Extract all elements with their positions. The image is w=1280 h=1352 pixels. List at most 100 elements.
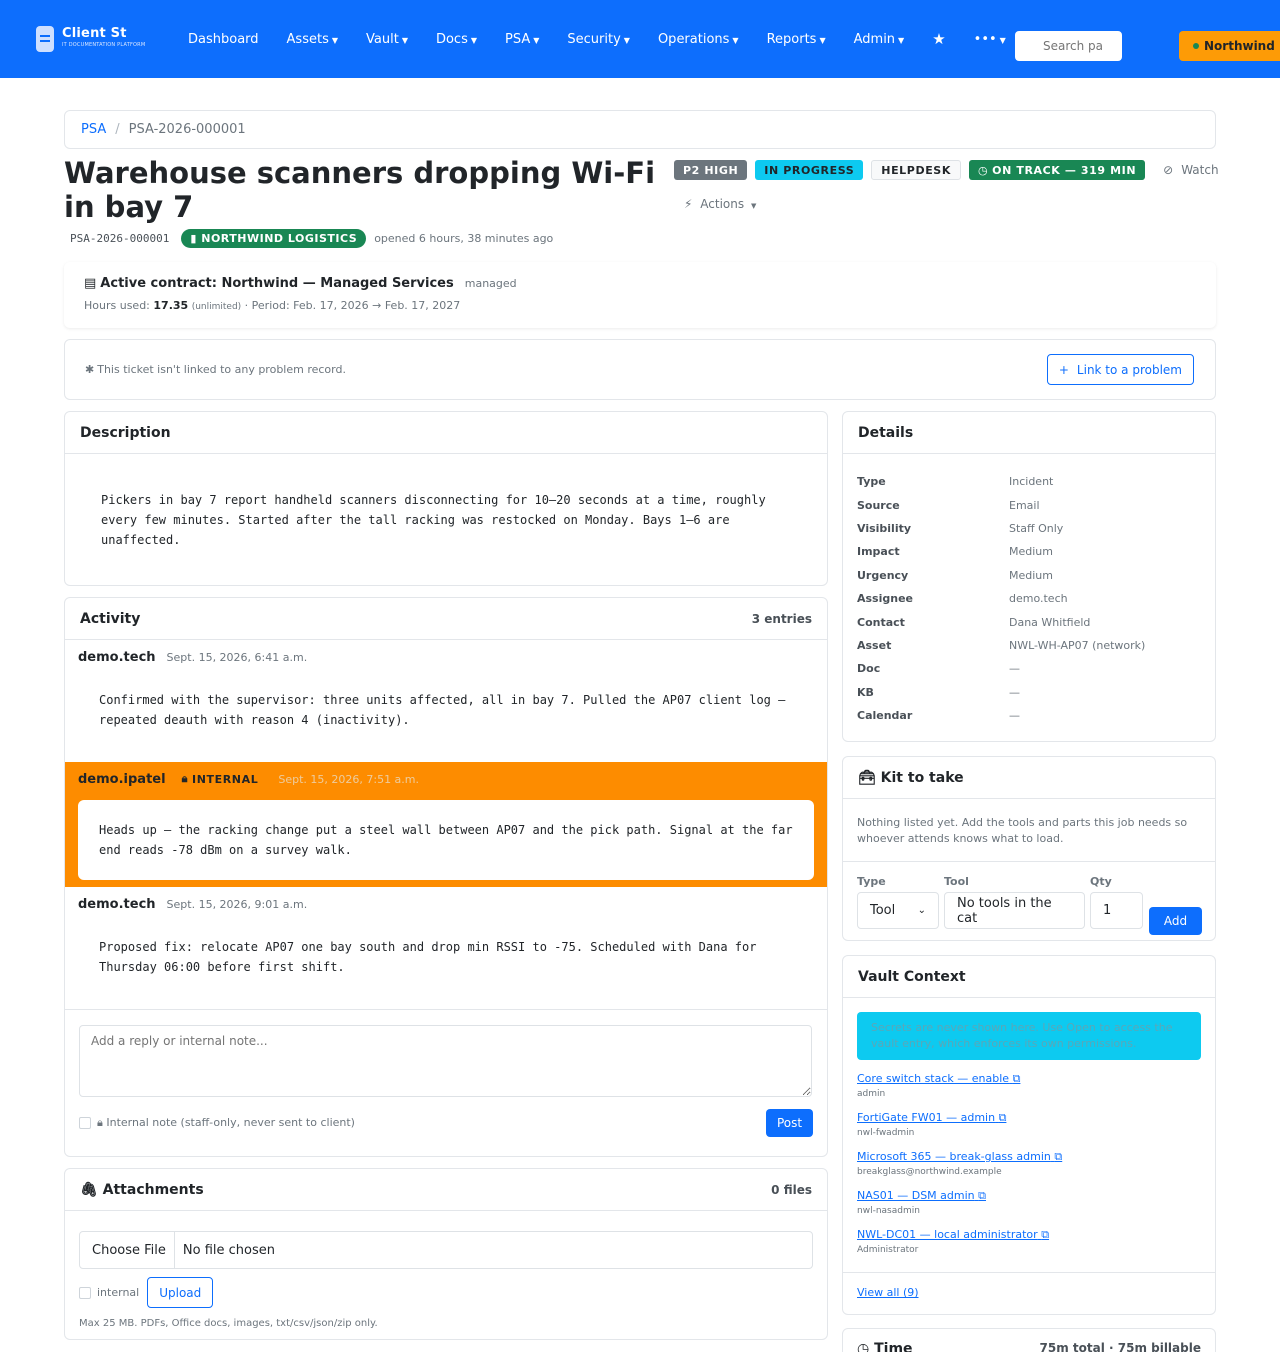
chevron-down-icon: ▼: [533, 35, 540, 45]
internal-attachment-checkbox[interactable]: [79, 1286, 91, 1299]
internal-checkbox[interactable]: [79, 1117, 91, 1129]
reply-textarea[interactable]: [79, 1025, 812, 1097]
vault-title: Vault Context: [858, 968, 966, 985]
nav-reports[interactable]: Reports ▼: [767, 32, 826, 47]
vault-entry: NWL-DC01 — local administrator ⧉ Adminis…: [857, 1227, 1201, 1255]
nav-assets[interactable]: Assets ▼: [287, 32, 338, 47]
client-badge[interactable]: ▮ NORTHWIND LOGISTICS: [181, 229, 367, 248]
more-menu-icon[interactable]: ••• ▼: [974, 32, 1006, 47]
kit-type-select[interactable]: Tool ⌄: [857, 892, 939, 929]
vault-card: Vault Context Secrets are never shown he…: [842, 955, 1216, 1315]
kit-qty-input[interactable]: 1: [1090, 892, 1143, 929]
vault-entry: NAS01 — DSM admin ⧉ nwl-nasadmin: [857, 1188, 1201, 1216]
nav-admin[interactable]: Admin ▼: [854, 32, 905, 47]
star-icon[interactable]: ★: [932, 30, 945, 48]
nav-security[interactable]: Security ▼: [567, 32, 630, 47]
brand-logo-link[interactable]: Client St IT DOCUMENTATION PLATFORM: [36, 26, 145, 52]
entry-author: demo.tech: [78, 896, 156, 912]
kit-card: 🧰︎ Kit to take Nothing listed yet. Add t…: [842, 756, 1216, 941]
kit-title: Kit to take: [880, 769, 964, 786]
breadcrumb-psa-link[interactable]: PSA: [81, 122, 106, 137]
actions-dropdown[interactable]: ⚡ Actions ▼: [684, 197, 756, 211]
chevron-down-icon: ▼: [819, 35, 826, 45]
queue-badge: HELPDESK: [871, 160, 961, 180]
vault-entry-link[interactable]: NWL-DC01 — local administrator ⧉: [857, 1228, 1049, 1241]
lock-icon: 🔒︎: [97, 1116, 103, 1129]
kit-add-button[interactable]: Add: [1149, 907, 1202, 935]
vault-view-all-link[interactable]: View all (9): [857, 1286, 919, 1299]
vault-entry-user: Administrator: [857, 1245, 919, 1255]
kit-type-label: Type: [857, 875, 886, 888]
detail-row: Type Incident: [857, 475, 1054, 489]
activity-entry: demo.tech Sept. 15, 2026, 9:01 a.m. Prop…: [65, 887, 827, 1009]
vault-entry-link[interactable]: FortiGate FW01 — admin ⧉: [857, 1111, 1006, 1124]
kit-tool-select[interactable]: No tools in the cat: [944, 892, 1085, 929]
detail-row: Source Email: [857, 498, 1040, 512]
breadcrumb: PSA / PSA-2026-000001: [64, 110, 1216, 149]
sla-badge: ◷ ON TRACK — 319 MIN: [968, 160, 1146, 180]
detail-row: KB —: [857, 685, 1020, 699]
file-input[interactable]: Choose File No file chosen: [79, 1231, 813, 1269]
internal-tag: 🔒︎ INTERNAL: [181, 772, 259, 786]
global-search-input[interactable]: [1015, 31, 1122, 61]
details-card: Details Type Incident Source Email Visibil…: [842, 411, 1216, 742]
entry-time: Sept. 15, 2026, 6:41 a.m.: [166, 650, 308, 664]
attachments-card: 🖇︎ Attachments 0 files Choose File No fi…: [64, 1168, 828, 1340]
description-card: Description Pickers in bay 7 report hand…: [64, 411, 828, 586]
watch-button[interactable]: ⊘ Watch: [1163, 163, 1218, 177]
vault-entry: Core switch stack — enable ⧉ admin: [857, 1071, 1201, 1099]
entry-body: Heads up — the racking change put a stee…: [78, 800, 814, 880]
attachments-title: Attachments: [102, 1181, 204, 1198]
file-contract-icon: ▤: [84, 276, 97, 291]
detail-row: Assignee demo.tech: [857, 592, 1068, 606]
upload-button[interactable]: Upload: [147, 1277, 214, 1308]
vault-entry-link[interactable]: Core switch stack — enable ⧉: [857, 1072, 1020, 1085]
attachments-count: 0 files: [771, 1182, 812, 1197]
nav-psa[interactable]: PSA ▼: [505, 32, 539, 47]
brand-icon: [36, 26, 54, 52]
file-name: No file chosen: [182, 1242, 275, 1258]
details-list: Type Incident Source Email Visibility Staff…: [843, 454, 1215, 727]
chevron-down-icon: ▼: [623, 35, 630, 45]
entry-body: Proposed fix: relocate AP07 one bay sout…: [99, 940, 757, 974]
plus-icon: +: [1058, 362, 1069, 377]
kit-tool-label: Tool: [944, 875, 969, 888]
bell-slash-icon: ⊘: [1163, 163, 1174, 177]
external-link-icon: ⧉: [1054, 1150, 1063, 1163]
clock-icon: ◷: [977, 163, 989, 177]
nav-dashboard[interactable]: Dashboard: [188, 32, 259, 47]
attachment-limits: Max 25 MB. PDFs, Office docs, images, tx…: [79, 1318, 378, 1329]
vault-entry-user: nwl-nasadmin: [857, 1206, 920, 1216]
post-button[interactable]: Post: [766, 1109, 813, 1137]
description-title: Description: [80, 424, 171, 441]
entry-author: demo.ipatel: [78, 771, 166, 787]
internal-note-toggle[interactable]: 🔒︎ Internal note (staff-only, never sent…: [79, 1116, 355, 1130]
entry-body: Confirmed with the supervisor: three uni…: [99, 693, 786, 727]
ticket-meta: PSA-2026-000001 ▮ NORTHWIND LOGISTICS op…: [70, 229, 553, 248]
description-text: Pickers in bay 7 report handheld scanner…: [101, 493, 766, 547]
clock-icon: ◷: [857, 1341, 870, 1352]
vault-entry-link[interactable]: Microsoft 365 — break-glass admin ⧉: [857, 1150, 1062, 1163]
nav-docs[interactable]: Docs ▼: [436, 32, 477, 47]
chevron-down-icon: ▼: [331, 35, 338, 45]
nav-operations[interactable]: Operations ▼: [658, 32, 739, 47]
entry-author: demo.tech: [78, 649, 156, 665]
kit-qty-label: Qty: [1090, 875, 1112, 888]
time-summary: 75m total · 75m billable: [1039, 1341, 1201, 1352]
link-problem-button[interactable]: + Link to a problem: [1046, 354, 1194, 385]
reply-form: 🔒︎ Internal note (staff-only, never sent…: [65, 1009, 827, 1151]
choose-file-button[interactable]: Choose File: [80, 1232, 175, 1268]
lock-icon: 🔒︎: [181, 772, 189, 785]
ticket-id: PSA-2026-000001: [70, 232, 170, 245]
status-badge: IN PROGRESS: [755, 160, 864, 180]
ticket-badges: P2 HIGH IN PROGRESS HELPDESK ◷ ON TRACK —…: [674, 160, 1219, 180]
status-dot-icon: [1193, 43, 1199, 49]
vault-entry-user: breakglass@northwind.example: [857, 1167, 1002, 1177]
vault-entry-link[interactable]: NAS01 — DSM admin ⧉: [857, 1189, 986, 1202]
tenant-switcher-button[interactable]: Northwind L: [1179, 31, 1280, 61]
chevron-down-icon: ▼: [750, 202, 757, 210]
bug-icon: ✱: [85, 363, 95, 376]
chevron-down-icon: ▼: [898, 35, 905, 45]
nav-vault[interactable]: Vault ▼: [366, 32, 408, 47]
time-title: Time: [874, 1341, 913, 1352]
